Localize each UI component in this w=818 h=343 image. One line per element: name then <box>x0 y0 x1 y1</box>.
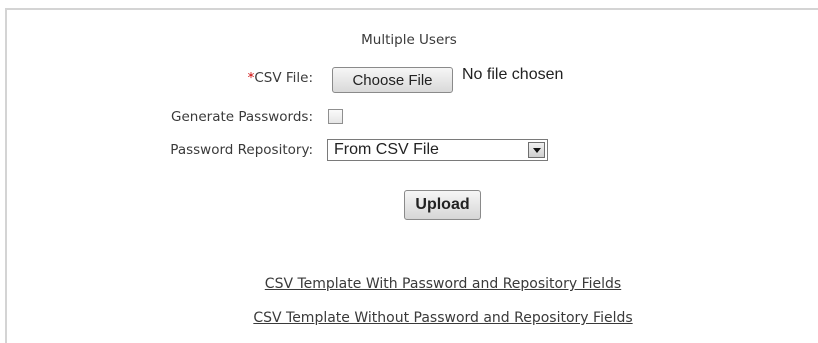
file-status-text: No file chosen <box>462 66 564 83</box>
csv-file-label-text: CSV File: <box>254 70 313 86</box>
chevron-down-icon <box>533 148 541 153</box>
generate-passwords-label: Generate Passwords: <box>171 109 313 125</box>
multiple-users-panel <box>5 8 818 343</box>
upload-button[interactable]: Upload <box>404 190 481 220</box>
csv-template-without-fields-link[interactable]: CSV Template Without Password and Reposi… <box>0 310 818 326</box>
section-heading: Multiple Users <box>361 32 457 48</box>
csv-template-with-fields-link[interactable]: CSV Template With Password and Repositor… <box>0 276 818 292</box>
choose-file-button[interactable]: Choose File <box>332 67 453 93</box>
password-repository-value: From CSV File <box>334 141 439 158</box>
password-repository-label: Password Repository: <box>170 142 313 158</box>
dropdown-button[interactable] <box>528 142 545 158</box>
csv-file-label: *CSV File: <box>248 70 313 86</box>
password-repository-select[interactable]: From CSV File <box>327 139 548 161</box>
generate-passwords-checkbox[interactable] <box>328 109 343 124</box>
